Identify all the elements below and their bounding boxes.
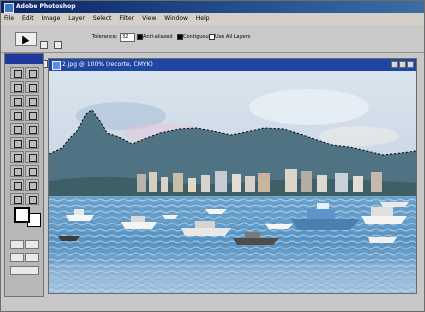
building — [137, 174, 146, 192]
building — [149, 172, 157, 192]
building — [173, 173, 183, 192]
contiguous-label: Contiguous — [183, 34, 212, 40]
screen-mode-standard-button[interactable] — [10, 253, 24, 262]
close-icon[interactable] — [407, 61, 414, 68]
path-selection-tool[interactable] — [10, 165, 24, 177]
standard-mode-button[interactable] — [10, 240, 24, 249]
boat — [368, 237, 397, 243]
document-window: 2.jpg @ 100% (recorte, CMYK) — [48, 58, 417, 294]
document-icon — [52, 61, 61, 70]
building — [188, 178, 196, 192]
menu-bar: File Edit Image Layer Select Filter View… — [1, 13, 424, 25]
water-reflection — [49, 263, 416, 293]
building — [258, 173, 270, 192]
document-title: 2.jpg @ 100% (recorte, CMYK) — [62, 61, 153, 68]
pen-tool[interactable] — [10, 179, 24, 191]
brush-tool[interactable] — [25, 109, 39, 121]
notes-tool[interactable] — [10, 193, 24, 205]
title-bar: Adobe Photoshop — [1, 1, 424, 13]
magic-wand-icon — [18, 33, 30, 45]
document-title-bar: 2.jpg @ 100% (recorte, CMYK) — [49, 59, 416, 71]
foreground-color-swatch[interactable] — [14, 207, 30, 223]
building — [317, 175, 327, 192]
menu-image[interactable]: Image — [39, 13, 64, 25]
building — [335, 173, 348, 192]
menu-edit[interactable]: Edit — [19, 13, 37, 25]
window-title: Adobe Photoshop — [16, 3, 76, 10]
blur-tool[interactable] — [10, 151, 24, 163]
menu-window[interactable]: Window — [161, 13, 191, 25]
text-tool[interactable] — [25, 165, 39, 177]
cloud — [249, 89, 369, 125]
lasso-tool[interactable] — [10, 81, 24, 93]
menu-filter[interactable]: Filter — [116, 13, 137, 25]
clone-stamp-tool[interactable] — [10, 123, 24, 135]
image-canvas[interactable] — [49, 71, 416, 293]
screen-mode-full-button[interactable] — [25, 253, 39, 262]
tolerance-input[interactable]: 32 — [120, 33, 135, 42]
maximize-icon[interactable] — [399, 61, 406, 68]
use-all-layers-label: Use All Layers — [215, 34, 251, 40]
building — [232, 174, 241, 192]
tools-panel-header — [5, 54, 43, 64]
tool-preset-picker[interactable] — [15, 32, 37, 46]
building — [201, 175, 210, 192]
selection-mode-icons — [40, 34, 72, 68]
history-brush-tool[interactable] — [25, 123, 39, 135]
tolerance-label: Tolerance: — [92, 34, 118, 40]
building — [353, 176, 363, 192]
add-selection-icon[interactable] — [54, 41, 63, 49]
document-window-controls — [391, 61, 414, 68]
healing-tool[interactable] — [10, 109, 24, 121]
gradient-tool[interactable] — [25, 137, 39, 149]
eyedropper-tool[interactable] — [25, 193, 39, 205]
tools-panel — [4, 53, 44, 297]
minimize-icon[interactable] — [391, 61, 398, 68]
menu-help[interactable]: Help — [193, 13, 213, 25]
quick-mask-mode-button[interactable] — [25, 240, 39, 249]
anti-aliased-label: Anti-aliased — [143, 34, 173, 40]
menu-layer[interactable]: Layer — [65, 13, 88, 25]
building — [301, 171, 312, 192]
photoshop-window: Adobe Photoshop File Edit Image Layer Se… — [0, 0, 425, 312]
dodge-tool[interactable] — [25, 151, 39, 163]
slice-tool[interactable] — [25, 95, 39, 107]
menu-file[interactable]: File — [1, 13, 17, 25]
eraser-tool[interactable] — [10, 137, 24, 149]
cloud — [319, 126, 399, 146]
crop-tool[interactable] — [10, 95, 24, 107]
building — [161, 177, 168, 192]
new-selection-icon[interactable] — [40, 41, 48, 49]
building — [285, 169, 297, 192]
menu-view[interactable]: View — [139, 13, 159, 25]
building — [371, 172, 382, 192]
move-tool[interactable] — [25, 67, 39, 79]
shape-tool[interactable] — [25, 179, 39, 191]
jump-to-imageready-button[interactable] — [10, 266, 39, 275]
building — [215, 171, 227, 192]
building — [245, 176, 255, 192]
photoshop-icon — [4, 3, 14, 13]
boat — [380, 202, 409, 207]
marquee-tool[interactable] — [10, 67, 24, 79]
menu-select[interactable]: Select — [90, 13, 115, 25]
magic-wand-tool[interactable] — [25, 81, 39, 93]
